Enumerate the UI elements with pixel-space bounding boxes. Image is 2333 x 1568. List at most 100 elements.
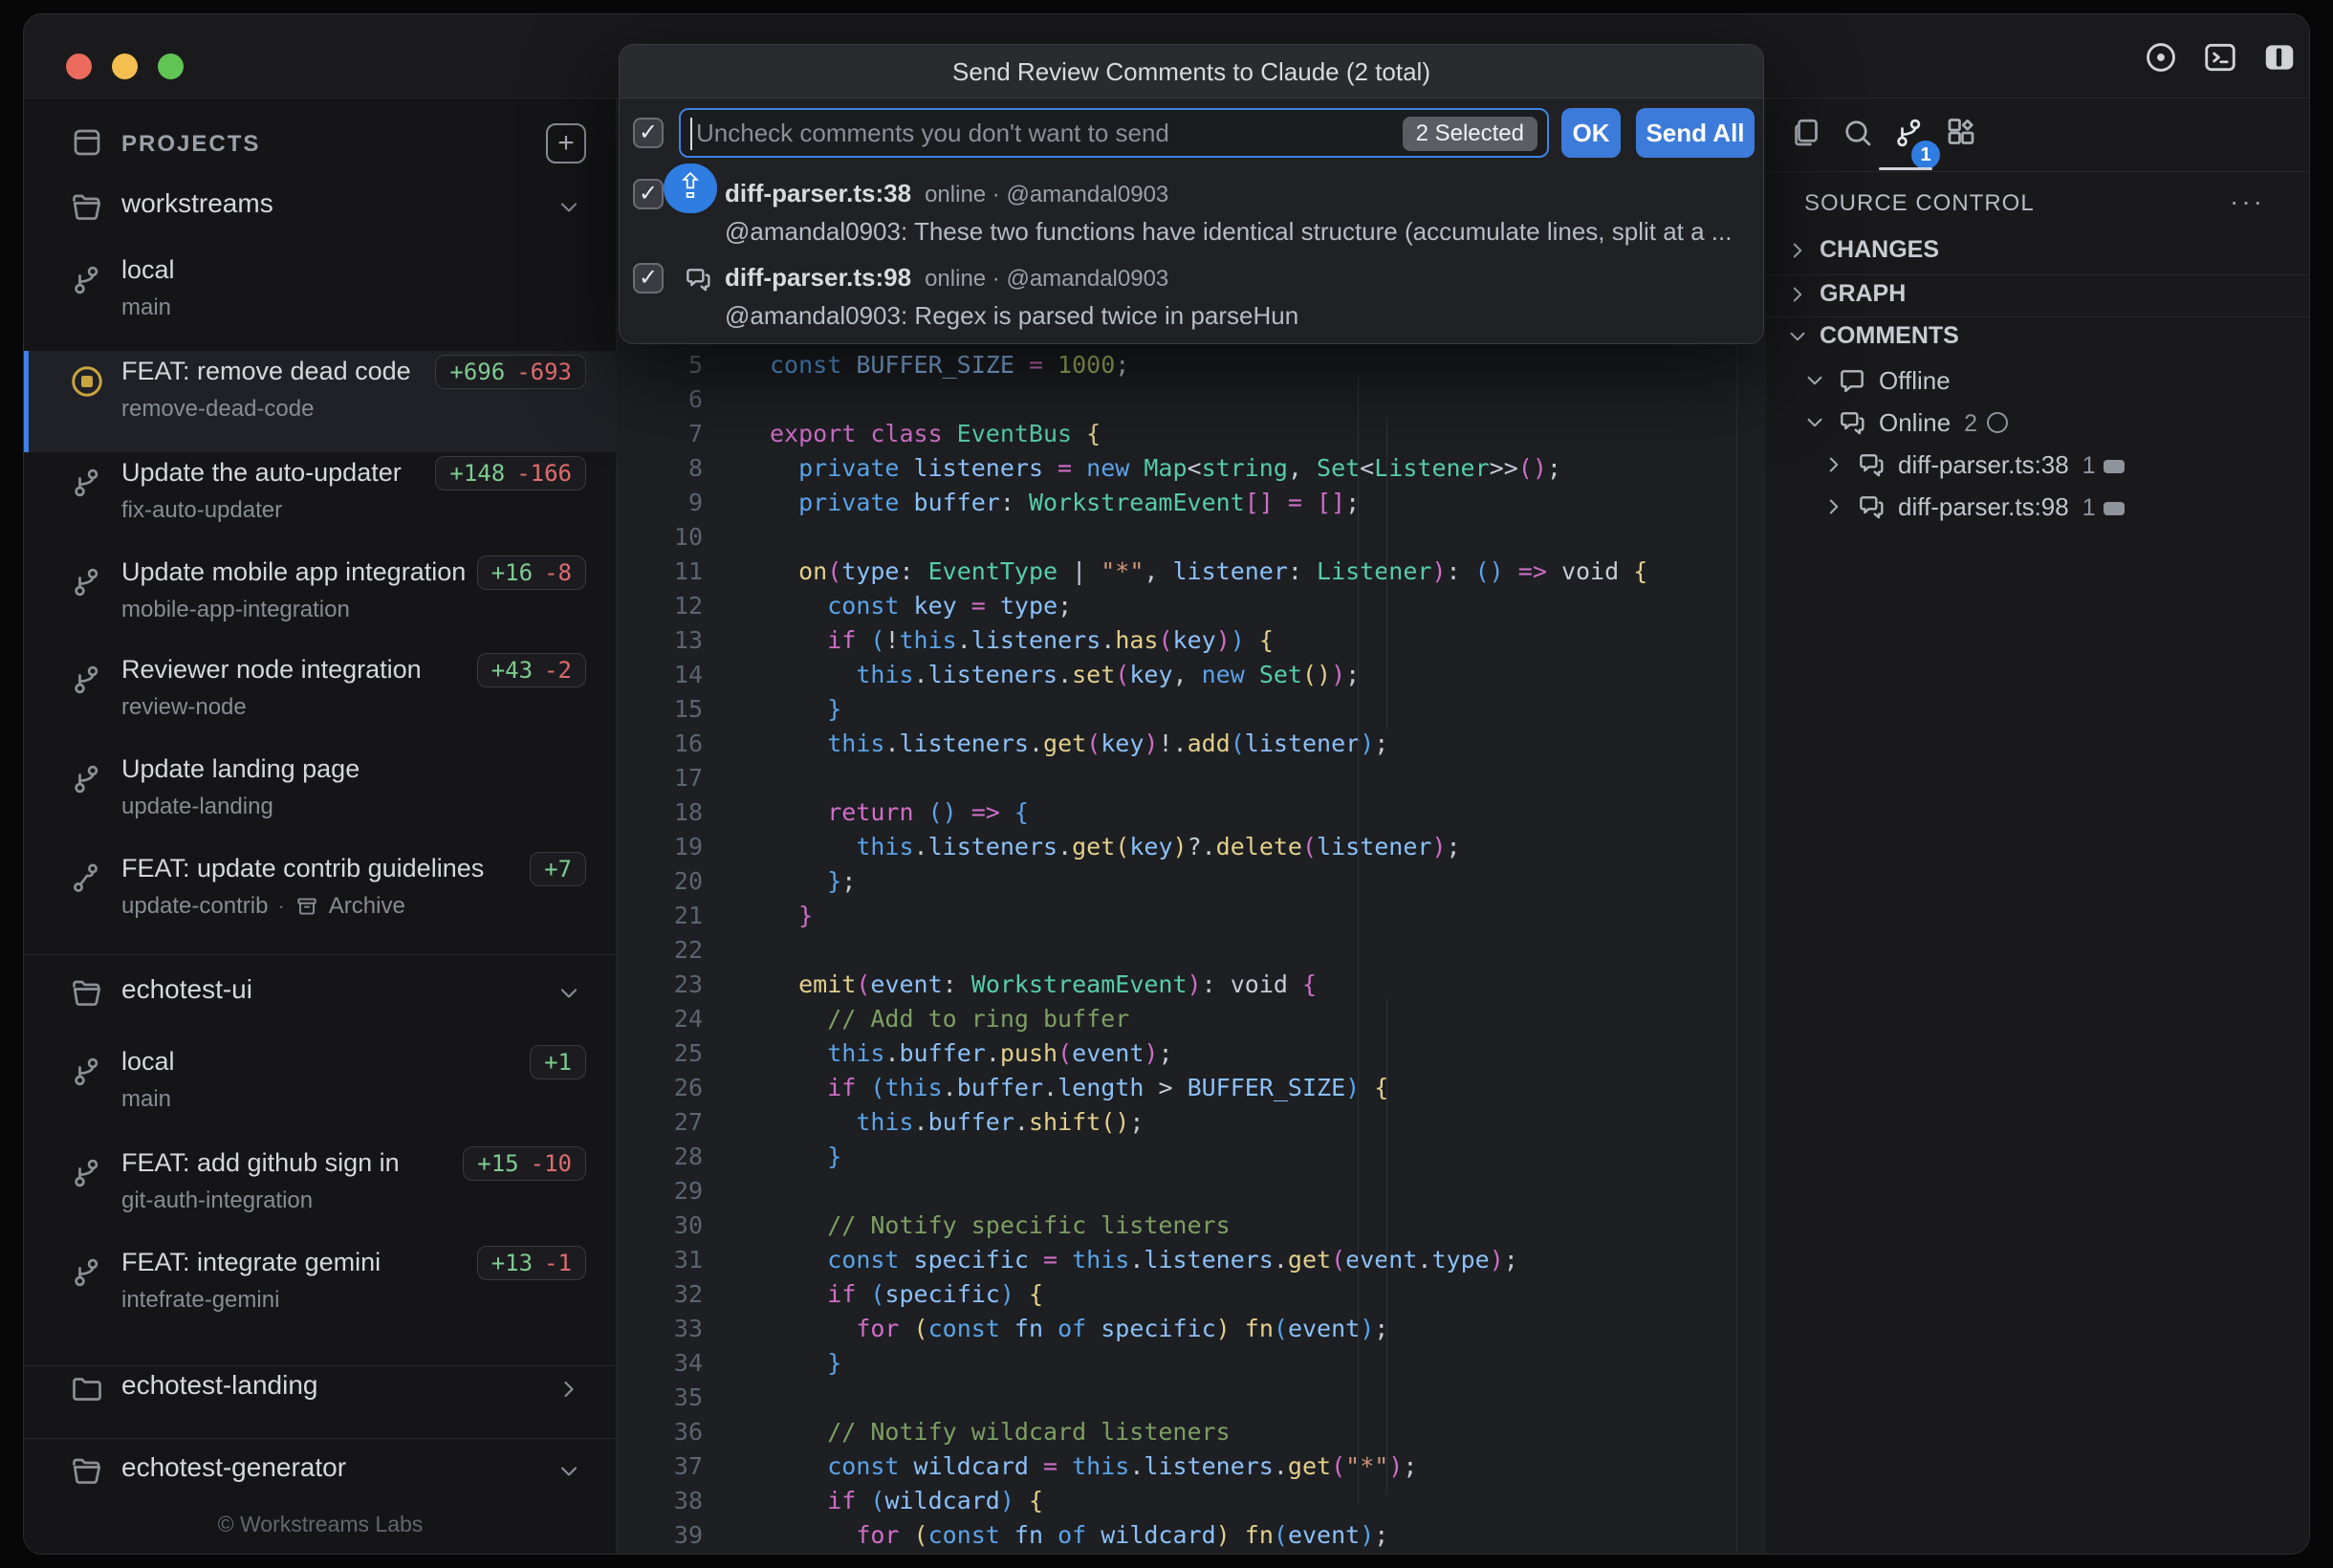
sidebar-item[interactable]: FEAT: update contrib guidelinesupdate-co…	[24, 848, 617, 949]
send-up-cursor-badge: ⇪	[664, 163, 717, 213]
sidebar-item[interactable]: FEAT: remove dead coderemove-dead-code+6…	[24, 351, 617, 452]
sidebar-item-title: local	[121, 1047, 175, 1077]
code-token: |	[1057, 557, 1101, 585]
tree-item-diff-parser-ts-98[interactable]: diff-parser.ts:981	[1766, 490, 2310, 533]
select-all-checkbox[interactable]: ✓	[633, 118, 664, 148]
code-token: (	[1057, 1039, 1072, 1067]
code-token	[770, 1108, 856, 1136]
comment-body-text: @amandal0903: Regex is parsed twice in p…	[725, 301, 1298, 331]
code-token: "*"	[1345, 1452, 1388, 1480]
divider	[1766, 171, 2310, 172]
comment-filter-input[interactable]: Uncheck comments you don't want to send …	[679, 108, 1549, 158]
comment-checkbox[interactable]: ✓	[633, 263, 664, 294]
code-token: Listener	[1374, 454, 1489, 482]
sidebar-item[interactable]: Update mobile app integrationmobile-app-…	[24, 552, 617, 653]
more-actions-icon[interactable]: ···	[2230, 186, 2265, 217]
line-number: 28	[617, 1140, 703, 1174]
code-token: =	[1274, 489, 1317, 516]
code-token: key	[1129, 833, 1172, 860]
code-line: 30 // Notify specific listeners	[617, 1209, 1766, 1243]
code-token: ?.	[1188, 833, 1216, 860]
code-token: )	[1188, 970, 1202, 998]
code-token: ;	[1158, 1039, 1172, 1067]
record-icon[interactable]	[2143, 39, 2179, 76]
screen: PROJECTS + workstreamslocalmainFEAT: rem…	[0, 0, 2333, 1568]
line-number: 5	[617, 348, 703, 382]
send-all-button[interactable]: Send All	[1636, 108, 1755, 158]
code-text: this.listeners.get(key)!.add(listener);	[770, 727, 1388, 761]
sidebar-item-title: local	[121, 255, 175, 285]
code-token: ()	[928, 798, 971, 826]
code-line: 27 this.buffer.shift();	[617, 1105, 1766, 1140]
projects-sidebar: PROJECTS + workstreamslocalmainFEAT: rem…	[24, 98, 617, 1555]
code-token	[1231, 1315, 1245, 1342]
dot-separator: ·	[277, 894, 284, 919]
search-icon[interactable]	[1841, 116, 1875, 150]
code-token: .	[1129, 1452, 1144, 1480]
section-graph[interactable]: GRAPH	[1766, 278, 2310, 320]
terminal-icon[interactable]	[2202, 39, 2238, 76]
archive-label[interactable]: Archive	[329, 893, 405, 920]
code-token: wildcard	[1101, 1521, 1215, 1549]
code-token: listeners	[900, 730, 1029, 757]
code-token: ()	[1475, 557, 1504, 585]
add-project-button[interactable]: +	[546, 123, 586, 163]
code-token: )	[1231, 626, 1245, 654]
section-comments[interactable]: COMMENTS	[1766, 320, 2310, 362]
deletions-count: -693	[516, 359, 572, 385]
code-token	[1360, 1074, 1374, 1101]
code-token: ()	[1302, 661, 1331, 688]
branch-icon	[70, 263, 104, 297]
extensions-icon[interactable]	[1944, 116, 1978, 150]
ok-button[interactable]: OK	[1561, 108, 1621, 158]
sidebar-item[interactable]: localmain+1	[24, 1041, 617, 1143]
code-token: (	[1231, 730, 1245, 757]
comment-file-label[interactable]: diff-parser.ts:98online · @amandal0903	[725, 263, 1168, 293]
sidebar-item[interactable]: Reviewer node integrationreview-node+43-…	[24, 649, 617, 751]
sidebar-item[interactable]: FEAT: integrate geminiintefrate-gemini+1…	[24, 1242, 617, 1343]
code-token: :	[900, 557, 928, 585]
code-text: if (specific) {	[770, 1277, 1043, 1312]
code-token: wildcard	[884, 1487, 999, 1514]
diff-stat-badge: +1	[530, 1045, 586, 1079]
section-changes[interactable]: CHANGES	[1766, 234, 2310, 276]
code-token: listener	[1173, 557, 1288, 585]
tree-item-offline[interactable]: Offline	[1766, 364, 2310, 406]
code-token	[770, 798, 827, 826]
source-control-title: SOURCE CONTROL	[1804, 190, 2035, 217]
code-token: this	[827, 1039, 884, 1067]
branch-alt-icon	[70, 861, 104, 896]
branch-icon	[70, 1255, 104, 1290]
code-token: )	[1431, 833, 1446, 860]
sidebar-item-branch: review-node	[121, 694, 247, 721]
comment-file-label[interactable]: diff-parser.ts:38online · @amandal0903	[725, 179, 1168, 208]
minimize-window-button[interactable]	[112, 54, 138, 79]
zoom-window-button[interactable]	[158, 54, 184, 79]
line-number: 26	[617, 1071, 703, 1105]
comment-count: 1	[2082, 452, 2096, 479]
code-line: 38 if (wildcard) {	[617, 1484, 1766, 1518]
line-number: 39	[617, 1518, 703, 1553]
code-token: const	[827, 1246, 913, 1274]
chevron-down-icon	[556, 194, 582, 221]
dialog-titlebar[interactable]: Send Review Comments to Claude (2 total)	[620, 45, 1763, 98]
tree-item-diff-parser-ts-38[interactable]: diff-parser.ts:381	[1766, 448, 2310, 490]
sidebar-item[interactable]: Update landing pageupdate-landing	[24, 749, 617, 850]
code-token: )	[1360, 730, 1374, 757]
tree-item-online[interactable]: Online2	[1766, 406, 2310, 448]
code-token: <	[1360, 454, 1374, 482]
sidebar-item[interactable]: FEAT: add github sign ingit-auth-integra…	[24, 1143, 617, 1244]
files-icon[interactable]	[1789, 116, 1823, 150]
code-token: )	[1360, 1315, 1374, 1342]
code-line: 6	[617, 382, 1766, 417]
sidebar-item[interactable]: localmain	[24, 250, 617, 351]
code-token: =	[1029, 351, 1057, 379]
code-token: ,	[1144, 557, 1172, 585]
close-window-button[interactable]	[66, 54, 92, 79]
sidebar-item-branch: fix-auto-updater	[121, 497, 282, 524]
panel-left-icon[interactable]	[2261, 39, 2298, 76]
code-token: {	[1029, 1487, 1043, 1514]
sidebar-item[interactable]: Update the auto-updaterfix-auto-updater+…	[24, 452, 617, 554]
comment-checkbox[interactable]: ✓	[633, 179, 664, 209]
code-token: (	[870, 626, 884, 654]
